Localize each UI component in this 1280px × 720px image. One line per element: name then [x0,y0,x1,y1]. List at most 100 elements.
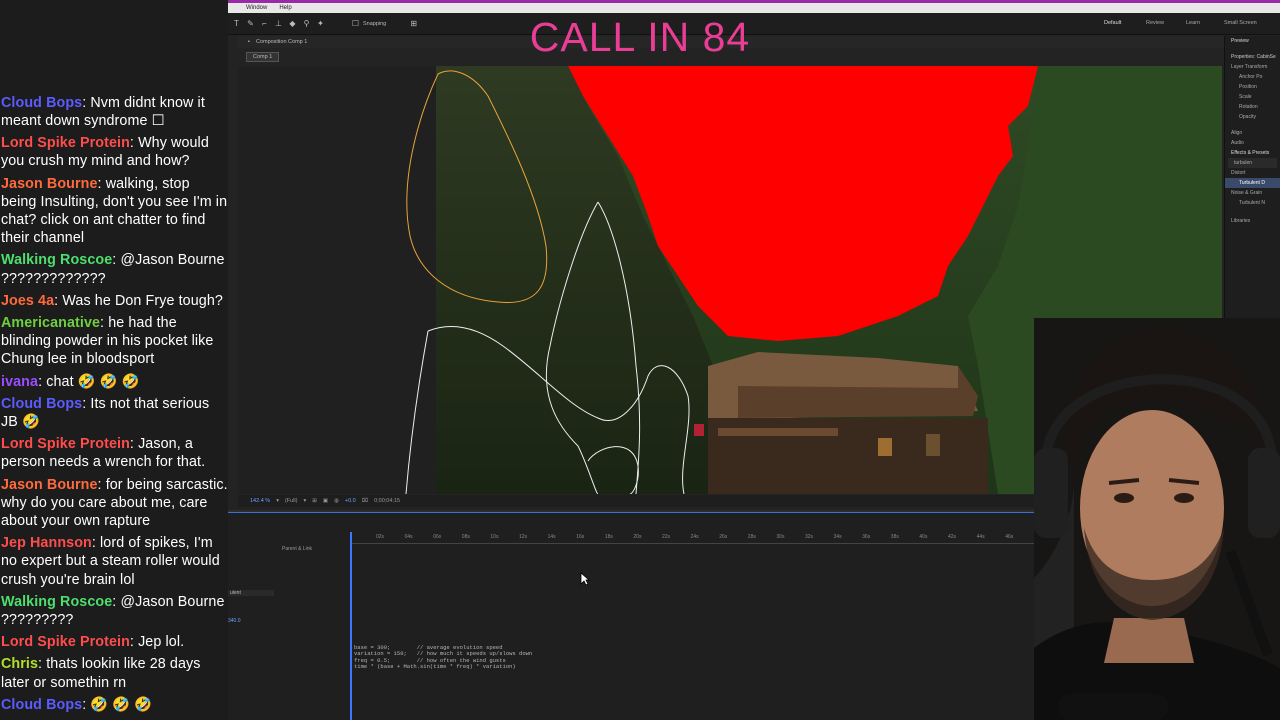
chat-separator: : [97,175,106,192]
chat-username[interactable]: Lord Spike Protein [1,436,130,452]
ruler-tick-label: 28s [747,534,756,540]
workspace-small-screen[interactable]: Small Screen [1224,20,1257,26]
playhead[interactable] [350,532,352,720]
menu-item-help[interactable]: Help [277,5,293,11]
prop-opacity[interactable]: Opacity [1225,112,1280,122]
streamer-webcam-image [1034,318,1280,720]
prop-position[interactable]: Position [1225,82,1280,92]
chat-message: Lord Spike Protein: Jason, a person need… [0,433,228,473]
effects-panel-title[interactable]: Effects & Presets [1225,148,1280,158]
composition-panel-header: ▪ Composition Comp 1 [238,36,1234,48]
time-ruler[interactable]: 02s 04s 06s 08s 10s 12s 14s 16s 18s 20s 22s 24s 26s 2… [352,532,1034,544]
turbulent-displace-item[interactable]: Turbulent D [1225,178,1280,188]
layer-property-select[interactable]: ulent [228,590,274,596]
current-time[interactable]: 0;00;04;15 [374,498,400,504]
noise-grain-folder[interactable]: Noise & Grain [1225,188,1280,198]
menu-item-window[interactable]: Window [244,5,269,11]
ruler-tick-label: 12s [519,534,528,540]
chat-message: Americanative: he had the blinding powde… [0,312,228,371]
properties-title[interactable]: Properties: CabinSe [1225,52,1280,62]
brush-tool-icon[interactable]: ⌐ [259,18,270,29]
chat-message: Lord Spike Protein: Jep lol. [0,631,228,653]
chevron-down-icon[interactable]: ▾ [303,498,306,504]
prop-rotation[interactable]: Rotation [1225,102,1280,112]
chat-username[interactable]: Cloud Bops [1,95,82,111]
layer-transform-label[interactable]: Layer Transform [1225,62,1280,72]
chat-message: Walking Roscoe: @Jason Bourne ????????? [0,591,228,631]
chat-message: Cloud Bops: Its not that serious JB 🤣 [0,393,228,433]
puppet-tool-icon[interactable]: ✦ [315,18,326,29]
ruler-tick-label: 02s [376,534,385,540]
workspace-review[interactable]: Review [1146,20,1164,26]
roto-tool-icon[interactable]: ⚲ [301,18,312,29]
grid-icon[interactable]: ⊞ [312,498,317,504]
stamp-tool-icon[interactable]: ⊥ [273,18,284,29]
chat-message-list: Cloud Bops: Nvm didnt know it meant down… [0,92,228,716]
snapping-checkbox-icon[interactable]: ☐ [350,18,361,29]
chat-separator: : [100,314,109,331]
exposure-value[interactable]: +0.0 [345,498,356,504]
chat-username[interactable]: Joes 4a [1,293,54,309]
chat-username[interactable]: Walking Roscoe [1,252,112,268]
workspace-learn[interactable]: Learn [1186,20,1200,26]
chevron-down-icon[interactable]: ▾ [276,498,279,504]
ruler-tick-label: 26s [719,534,728,540]
chat-message: Jep Hannson: lord of spikes, I'm no expe… [0,532,228,591]
chat-message: Chris: thats lookin like 28 days later o… [0,653,228,693]
mouse-cursor-icon [580,572,590,586]
channel-icon[interactable]: ◍ [334,498,339,504]
ruler-tick-label: 32s [805,534,814,540]
pen-tool-icon[interactable]: ✎ [245,18,256,29]
audio-panel-title[interactable]: Audio [1225,138,1280,148]
ruler-tick-label: 10s [490,534,499,540]
property-value[interactable]: 340.0 [228,618,241,624]
chat-username[interactable]: Lord Spike Protein [1,135,130,151]
chat-message: Cloud Bops: 🤣 🤣 🤣 [0,694,228,716]
flag [694,424,704,436]
chat-username[interactable]: Walking Roscoe [1,594,112,610]
prop-scale[interactable]: Scale [1225,92,1280,102]
comp-tab[interactable]: Comp 1 [246,52,280,62]
snap-icon[interactable]: ⊞ [408,18,419,29]
chat-username[interactable]: Americanative [1,315,100,331]
chat-separator: : [129,634,139,651]
ruler-tick-label: 20s [633,534,642,540]
chat-username[interactable]: Chris [1,656,38,672]
stream-screen: { "overlay": { "banner": "CALL IN 84" },… [0,0,1280,720]
zoom-level[interactable]: 142.4 % [250,498,270,504]
effects-search-input[interactable]: turbulen [1228,158,1277,168]
align-panel-title[interactable]: Align [1225,128,1280,138]
eraser-tool-icon[interactable]: ◆ [287,18,298,29]
distort-folder[interactable]: Distort [1225,168,1280,178]
libraries-panel-title[interactable]: Libraries [1225,216,1280,226]
chat-username[interactable]: Jason Bourne [1,176,98,192]
preview-panel-title[interactable]: Preview [1225,36,1280,46]
composition-title: Composition Comp 1 [255,39,308,45]
ruler-tick-label: 42s [948,534,957,540]
chat-text: chat 🤣 🤣 🤣 [46,373,140,390]
chat-username[interactable]: Lord Spike Protein [1,634,130,650]
chat-username[interactable]: Jason Bourne [1,477,98,493]
tool-bar: T ✎ ⌐ ⊥ ◆ ⚲ ✦ ☐ Snapping ⊞ Default Revie… [228,13,1280,35]
parent-link-header: Parent & Link [282,546,313,552]
turbulent-noise-item[interactable]: Turbulent N [1225,198,1280,208]
workspace-default[interactable]: Default [1104,20,1121,26]
timeline-panel: Parent & Link ulent 340.0 02s 04s 06s 08s 10… [228,510,1034,720]
chat-message: Cloud Bops: Nvm didnt know it meant down… [0,92,228,132]
type-tool-icon[interactable]: T [231,18,242,29]
lock-icon[interactable]: ▪ [248,39,250,45]
chat-username[interactable]: ivana [1,374,38,390]
expression-editor[interactable]: base = 300; // average evolution speed v… [354,644,532,671]
chat-text: Jep lol. [138,634,185,651]
chat-username[interactable]: Jep Hannson [1,535,92,551]
ruler-tick-label: 06s [433,534,442,540]
chat-username[interactable]: Cloud Bops [1,396,82,412]
ruler-tick-label: 38s [890,534,899,540]
ruler-tick-label: 24s [690,534,699,540]
mask-view-icon[interactable]: ▣ [323,498,328,504]
resolution-select[interactable]: (Full) [285,498,298,504]
camera-icon[interactable]: ⌧ [362,498,368,504]
ruler-tick-label: 16s [576,534,585,540]
prop-anchor[interactable]: Anchor Po [1225,72,1280,82]
chat-username[interactable]: Cloud Bops [1,697,82,713]
